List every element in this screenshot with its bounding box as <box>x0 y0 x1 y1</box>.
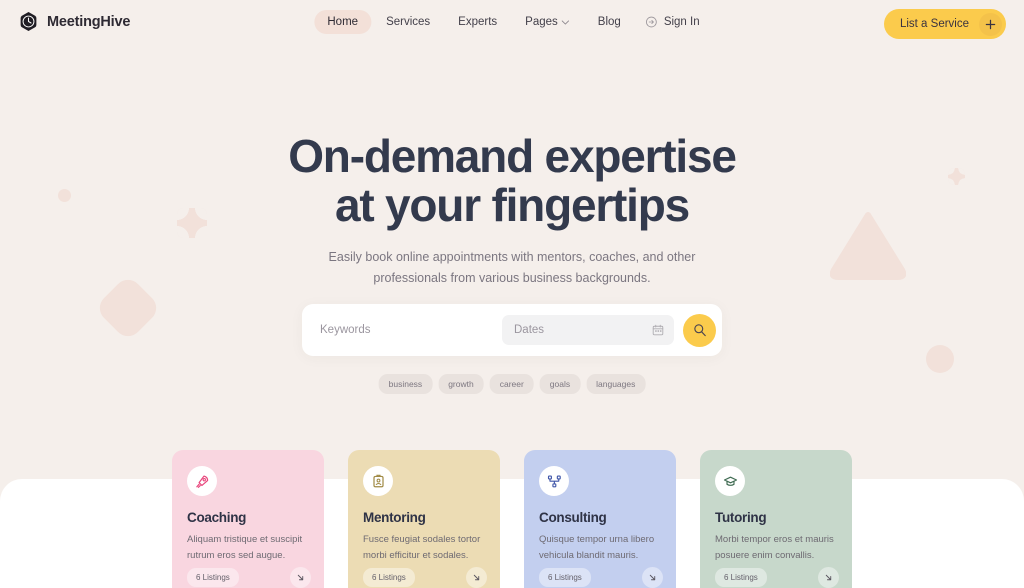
card-footer: 6 Listings <box>539 567 663 588</box>
card-description: Quisque tempor urna libero vehicula blan… <box>539 534 655 561</box>
arrow-down-right-icon[interactable] <box>466 567 487 588</box>
sign-in-circle-arrow-icon <box>646 16 658 28</box>
chevron-down-icon <box>562 19 570 25</box>
brand-name: MeetingHive <box>47 13 131 30</box>
tag-goals[interactable]: goals <box>539 374 581 394</box>
sign-in-button[interactable]: Sign In <box>636 10 710 34</box>
nav-label: Blog <box>597 16 621 28</box>
category-card-mentoring[interactable]: Mentoring Fusce feugiat sodales tortor m… <box>348 450 500 588</box>
card-footer: 6 Listings <box>715 567 839 588</box>
hero-title-line2: at your fingertips <box>334 179 690 231</box>
nav-label: Home <box>327 16 359 28</box>
listings-badge: 6 Listings <box>539 568 591 587</box>
list-a-service-button[interactable]: List a Service <box>883 9 1006 39</box>
listings-badge: 6 Listings <box>715 568 767 587</box>
tag-list: business growth career goals languages <box>378 374 646 394</box>
nav-item-experts[interactable]: Experts <box>445 10 510 34</box>
nav-label: Pages <box>525 16 558 28</box>
hero-sub-line2: professionals from various business back… <box>373 271 651 285</box>
card-description: Morbi tempor eros et mauris posuere enim… <box>715 534 834 561</box>
cta-label: List a Service <box>899 18 969 30</box>
hero-sub-line1: Easily book online appointments with men… <box>328 250 696 264</box>
id-badge-icon <box>363 466 393 496</box>
brand-logo[interactable]: MeetingHive <box>18 11 130 32</box>
hero-subtitle: Easily book online appointments with men… <box>0 247 1024 289</box>
hero-title-line1: On-demand expertise <box>288 130 737 182</box>
dates-field[interactable]: Dates <box>502 315 674 345</box>
deco-circle-right <box>926 345 954 373</box>
search-submit-button[interactable] <box>683 313 716 347</box>
nav-label: Experts <box>458 16 498 28</box>
tag-career[interactable]: career <box>489 374 534 394</box>
listings-badge: 6 Listings <box>187 568 239 587</box>
card-title: Mentoring <box>363 510 426 525</box>
sign-in-label: Sign In <box>663 16 700 28</box>
category-card-list: Coaching Aliquam tristique et suscipit r… <box>172 450 852 588</box>
search-input[interactable]: Keywords <box>302 324 502 336</box>
nav-item-home[interactable]: Home <box>314 10 372 34</box>
listings-badge: 6 Listings <box>363 568 415 587</box>
site-header: MeetingHive Home Services Experts Pages <box>0 0 1024 48</box>
network-nodes-icon <box>539 466 569 496</box>
arrow-down-right-icon[interactable] <box>642 567 663 588</box>
card-description: Fusce feugiat sodales tortor morbi effic… <box>363 534 481 561</box>
nav-label: Services <box>386 16 431 28</box>
card-description: Aliquam tristique et suscipit rutrum ero… <box>187 534 303 561</box>
tag-languages[interactable]: languages <box>586 374 646 394</box>
category-card-consulting[interactable]: Consulting Quisque tempor urna libero ve… <box>524 450 676 588</box>
page-root: MeetingHive Home Services Experts Pages <box>0 0 1024 588</box>
plus-icon <box>979 12 1002 36</box>
category-card-coaching[interactable]: Coaching Aliquam tristique et suscipit r… <box>172 450 324 588</box>
dates-placeholder: Dates <box>514 324 545 336</box>
card-title: Tutoring <box>715 510 767 525</box>
tag-business[interactable]: business <box>378 374 433 394</box>
tag-growth[interactable]: growth <box>438 374 484 394</box>
page-title: On-demand expertise at your fingertips <box>0 132 1024 230</box>
main-nav: Home Services Experts Pages Blog Sign In <box>314 10 709 34</box>
arrow-down-right-icon[interactable] <box>290 567 311 588</box>
nav-item-blog[interactable]: Blog <box>585 10 634 34</box>
graduation-cap-icon <box>715 466 745 496</box>
card-title: Consulting <box>539 510 607 525</box>
arrow-down-right-icon[interactable] <box>818 567 839 588</box>
search-bar: Keywords Dates <box>302 304 722 356</box>
nav-item-pages[interactable]: Pages <box>512 10 583 34</box>
card-title: Coaching <box>187 510 247 525</box>
search-icon <box>693 323 707 337</box>
card-footer: 6 Listings <box>187 567 311 588</box>
card-footer: 6 Listings <box>363 567 487 588</box>
category-card-tutoring[interactable]: Tutoring Morbi tempor eros et mauris pos… <box>700 450 852 588</box>
calendar-icon <box>652 324 664 336</box>
rocket-icon <box>187 466 217 496</box>
nav-item-services[interactable]: Services <box>373 10 443 34</box>
clock-hexagon-icon <box>18 11 39 32</box>
